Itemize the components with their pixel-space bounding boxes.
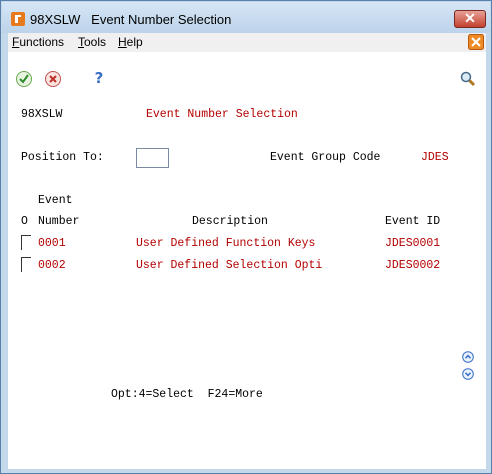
position-to-input[interactable] (136, 148, 169, 168)
close-button[interactable]: ✕ (454, 10, 486, 28)
window-title: 98XSLW Event Number Selection (30, 12, 232, 27)
row-event-id: JDES0001 (385, 237, 441, 250)
ok-check-icon[interactable] (15, 70, 33, 88)
menu-bar: Functions Tools Help (8, 33, 486, 52)
help-question-icon[interactable]: ? (90, 69, 108, 87)
function-key-legend: Opt:4=Select F24=More (111, 388, 263, 401)
event-group-code-value: JDES (421, 151, 449, 164)
form-content: ? 98XSLW Event Number Selection Position… (8, 52, 486, 469)
row-option-field[interactable] (21, 257, 31, 272)
col-event-id-header: Event ID (385, 215, 441, 228)
application-window: 98XSLW Event Number Selection ✕ Function… (0, 0, 492, 474)
row-event-id: JDES0002 (385, 259, 441, 272)
scroll-down-icon[interactable] (462, 368, 474, 380)
cancel-x-icon[interactable] (44, 70, 62, 88)
menu-tools[interactable]: Tools (78, 35, 106, 49)
app-icon (11, 12, 25, 26)
row-description: User Defined Selection Opti (136, 259, 323, 272)
row-event-number: 0002 (38, 259, 66, 272)
program-id: 98XSLW (21, 108, 63, 121)
screen-title: Event Number Selection (146, 108, 298, 121)
row-description: User Defined Function Keys (136, 237, 316, 250)
event-group-code-label: Event Group Code (270, 151, 381, 164)
close-icon: ✕ (464, 10, 476, 26)
title-bar[interactable]: 98XSLW Event Number Selection ✕ (2, 2, 490, 33)
jde-menu-icon[interactable] (468, 34, 484, 50)
row-event-number: 0001 (38, 237, 66, 250)
col-description-header: Description (192, 215, 268, 228)
menu-functions[interactable]: Functions (12, 35, 64, 49)
col-option-header: O (21, 215, 28, 228)
search-magnifier-icon[interactable] (459, 70, 477, 88)
col-event-header-line2: Number (38, 215, 80, 228)
scroll-up-icon[interactable] (462, 351, 474, 363)
position-to-label: Position To: (21, 151, 104, 164)
menu-help[interactable]: Help (118, 35, 143, 49)
svg-text:?: ? (95, 69, 104, 87)
row-option-field[interactable] (21, 235, 31, 250)
col-event-header-line1: Event (38, 194, 73, 207)
